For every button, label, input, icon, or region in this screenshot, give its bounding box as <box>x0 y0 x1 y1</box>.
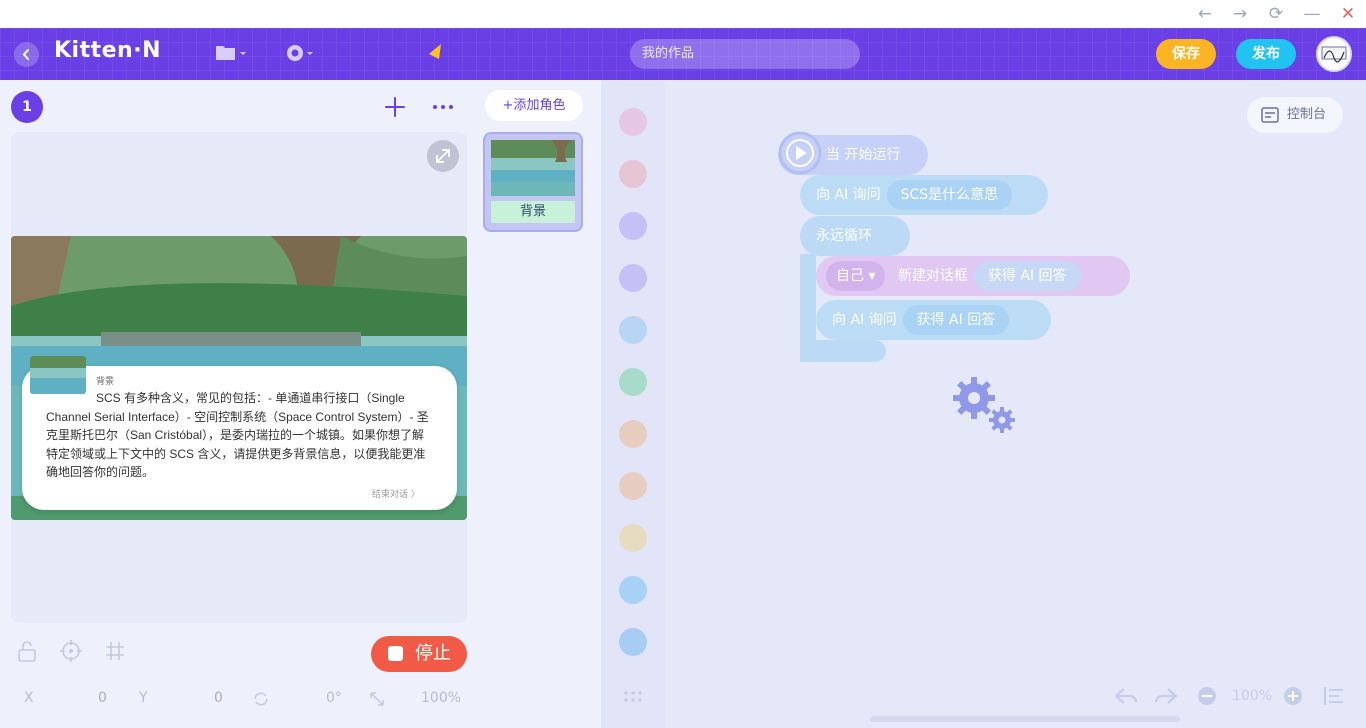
dialog-answer-text: SCS 有多种含义，常见的包括：- 单通道串行接口（Single Channel… <box>46 391 429 479</box>
more-categories-icon[interactable] <box>623 690 643 704</box>
save-button[interactable]: 保存 <box>1156 39 1216 69</box>
zoom-level: 100% <box>1232 688 1273 704</box>
y-label: Y <box>139 690 148 706</box>
console-icon <box>1261 107 1279 123</box>
folder-icon <box>216 46 246 60</box>
ai-category-icon[interactable] <box>619 628 647 656</box>
console-label: 控制台 <box>1287 107 1327 122</box>
crosshair-icon[interactable] <box>59 639 83 663</box>
window-titlebar: ← → ⟳ — ✕ <box>0 0 1366 28</box>
app-logo: Kitten·N <box>54 38 161 63</box>
unlock-icon[interactable] <box>16 640 38 662</box>
back-button[interactable] <box>14 42 39 67</box>
ask-ai-question-input[interactable]: SCS是什么意思 <box>886 180 1013 210</box>
file-menu[interactable] <box>215 43 247 69</box>
ask-ai-block-2-label: 向 AI 询问 <box>832 312 897 328</box>
math-category-icon[interactable] <box>619 420 647 448</box>
dialog-target-dropdown[interactable]: 自己 ▾ <box>826 261 886 291</box>
y-value[interactable]: 0 <box>214 690 223 706</box>
redo-icon[interactable] <box>1154 686 1178 706</box>
console-button[interactable]: 控制台 <box>1247 97 1343 133</box>
rotation-value[interactable]: 0° <box>326 690 342 706</box>
ask-ai-block[interactable]: 向 AI 询问 SCS是什么意思 <box>800 175 1048 215</box>
sensing-category-icon[interactable] <box>619 368 647 396</box>
forward-arrow-icon[interactable]: → <box>1228 2 1252 26</box>
stop-square-icon <box>388 646 403 661</box>
function-category-icon[interactable] <box>619 576 647 604</box>
x-label: X <box>24 690 34 706</box>
add-role-button[interactable]: +添加角色 <box>485 90 583 121</box>
pen-category-icon[interactable] <box>619 316 647 344</box>
top-header: Kitten·N 我的作品 保存 发布 <box>0 28 1366 80</box>
start-event-block[interactable]: 当 开始运行 <box>778 131 928 175</box>
horizontal-scrollbar[interactable] <box>870 716 1180 722</box>
back-arrow-icon[interactable]: ← <box>1193 2 1217 26</box>
new-dialog-block[interactable]: 自己 ▾ 新建对话框 获得 AI 回答 <box>816 256 1130 296</box>
stop-button[interactable]: 停止 <box>371 636 467 672</box>
play-icon <box>778 131 822 175</box>
end-dialog-link[interactable]: 结束对话 〉 <box>372 487 420 500</box>
event-category-icon[interactable] <box>619 160 647 188</box>
close-icon[interactable]: ✕ <box>1336 2 1360 26</box>
loop-block-bottom <box>800 340 886 362</box>
loop-block-spine <box>800 254 816 350</box>
undo-icon[interactable] <box>1114 686 1138 706</box>
more-options-icon[interactable] <box>432 100 454 114</box>
zoom-in-icon[interactable] <box>1283 686 1303 706</box>
scale-value[interactable]: 100% <box>421 690 461 706</box>
chevron-left-icon <box>22 49 29 60</box>
add-scene-icon[interactable] <box>384 96 406 118</box>
settings-menu[interactable] <box>285 43 317 69</box>
grid-icon[interactable] <box>104 640 126 662</box>
scene-number-badge[interactable]: 1 <box>11 91 43 123</box>
role-name: 背景 <box>491 201 575 223</box>
gear-icon <box>287 45 313 61</box>
operator-category-icon[interactable] <box>619 472 647 500</box>
list-category-icon[interactable] <box>619 524 647 552</box>
rotate-icon <box>254 692 268 706</box>
scale-icon <box>370 692 384 706</box>
stop-label: 停止 <box>415 643 451 664</box>
expand-icon <box>436 149 450 163</box>
loading-gears-icon <box>953 377 1015 433</box>
x-value[interactable]: 0 <box>98 690 107 706</box>
dialog-category-icon[interactable] <box>619 212 647 240</box>
role-thumbnail <box>491 140 575 196</box>
minimize-icon[interactable]: — <box>1300 2 1324 26</box>
forever-block-label: 永远循环 <box>816 228 872 244</box>
refresh-icon[interactable]: ⟳ <box>1264 2 1288 26</box>
dialog-speaker-name: 背景 <box>96 377 115 387</box>
zoom-out-icon[interactable] <box>1197 686 1217 706</box>
idea-category-icon[interactable] <box>619 264 647 292</box>
dialog-target-value: 自己 <box>836 268 864 284</box>
ask-ai-block-2[interactable]: 向 AI 询问 获得 AI 回答 <box>816 300 1051 340</box>
start-block-label: 当 开始运行 <box>826 147 901 163</box>
appearance-category-icon[interactable] <box>619 108 647 136</box>
publish-button[interactable]: 发布 <box>1236 39 1296 69</box>
forever-loop-block[interactable]: 永远循环 <box>800 216 910 256</box>
ask-ai-input-2[interactable]: 获得 AI 回答 <box>902 305 1010 335</box>
ask-ai-block-label: 向 AI 询问 <box>816 187 881 203</box>
fullscreen-button[interactable] <box>427 140 459 172</box>
pointer-icon <box>429 44 441 59</box>
align-blocks-icon[interactable] <box>1323 685 1345 707</box>
avatar[interactable] <box>1316 36 1352 72</box>
work-title-input[interactable]: 我的作品 <box>630 39 860 69</box>
dialog-content-input[interactable]: 获得 AI 回答 <box>973 261 1081 291</box>
new-dialog-block-label: 新建对话框 <box>897 268 968 284</box>
